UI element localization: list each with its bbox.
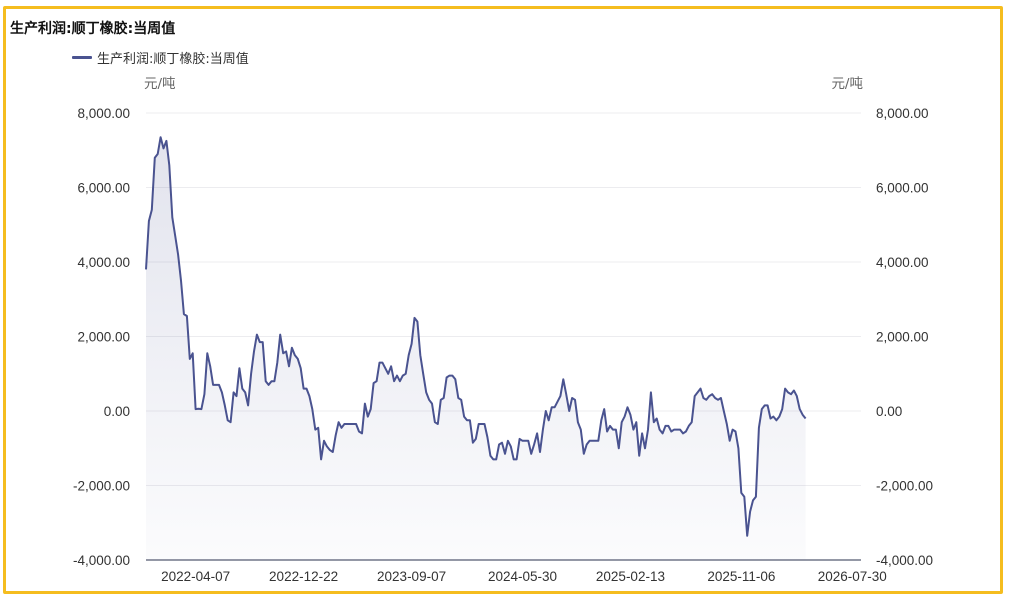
- x-tick-label: 2022-12-22: [269, 569, 338, 584]
- y-tick-label-right: -4,000.00: [876, 553, 933, 568]
- chart-plot: 8,000.00 8,000.00 6,000.00 6,000.00 4,000.00…: [73, 76, 933, 584]
- y-tick-label-right: 2,000.00: [876, 330, 929, 345]
- y-tick-label-left: -4,000.00: [73, 553, 130, 568]
- y-tick-label-right: 6,000.00: [876, 181, 929, 196]
- x-tick-label: 2025-02-13: [596, 569, 665, 584]
- x-tick-label: 2023-09-07: [377, 569, 446, 584]
- y-tick-label-right: -2,000.00: [876, 479, 933, 494]
- y-tick-label-left: 2,000.00: [77, 330, 130, 345]
- series-area: [146, 137, 806, 560]
- x-tick-label: 2026-07-30: [818, 569, 887, 584]
- y-tick-label-left: 0.00: [104, 404, 130, 419]
- y-tick-label-left: -2,000.00: [73, 479, 130, 494]
- y-tick-label-left: 4,000.00: [77, 255, 130, 270]
- x-tick-label: 2022-04-07: [161, 569, 230, 584]
- x-tick-label: 2025-11-06: [707, 569, 775, 584]
- y-tick-label-left: 6,000.00: [77, 181, 130, 196]
- y-tick-label-right: 4,000.00: [876, 255, 929, 270]
- y-tick-label-right: 0.00: [876, 404, 902, 419]
- y-unit-left: 元/吨: [144, 76, 176, 92]
- y-tick-label-right: 8,000.00: [876, 106, 929, 121]
- x-tick-label: 2024-05-30: [488, 569, 557, 584]
- y-unit-right: 元/吨: [831, 76, 863, 92]
- y-tick-label-left: 8,000.00: [77, 106, 130, 121]
